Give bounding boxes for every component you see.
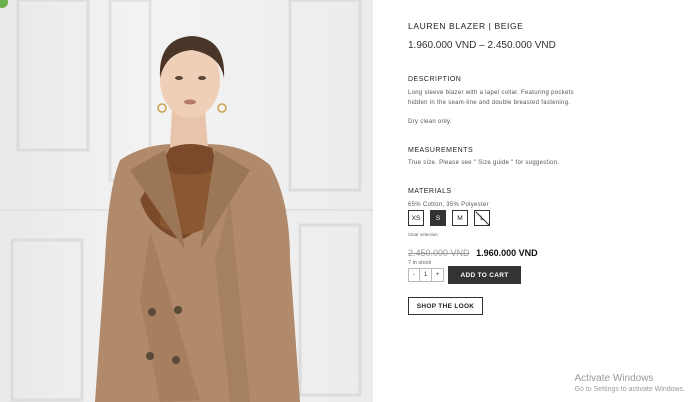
model-illustration bbox=[0, 0, 373, 402]
measurements-text: True size. Please see " Size guide " for… bbox=[408, 160, 560, 166]
shop-the-look-button[interactable]: SHOP THE LOOK bbox=[408, 297, 483, 315]
sale-price: 1.960.000 VND bbox=[476, 248, 538, 258]
size-option-s[interactable]: S bbox=[430, 210, 446, 226]
product-image bbox=[0, 0, 373, 402]
stock-status: 7 in stock bbox=[408, 260, 432, 266]
quantity-input[interactable]: 1 bbox=[420, 268, 432, 282]
description-line-2: hidden in the seam-line and double breas… bbox=[408, 100, 571, 106]
activate-windows-watermark: Activate Windows Go to Settings to activ… bbox=[575, 373, 686, 393]
description-line-1: Long sleeve blazer with a lapel collar. … bbox=[408, 90, 574, 96]
description-heading: DESCRIPTION bbox=[408, 76, 462, 83]
materials-heading: MATERIALS bbox=[408, 188, 452, 195]
size-option-l[interactable]: L bbox=[474, 210, 490, 226]
size-option-m[interactable]: M bbox=[452, 210, 468, 226]
price-row: 2.450.000 VND 1.960.000 VND bbox=[408, 248, 538, 258]
size-option-xs[interactable]: XS bbox=[408, 210, 424, 226]
watermark-subtitle: Go to Settings to activate Windows. bbox=[574, 386, 686, 393]
materials-text: 65% Cotton, 35% Polyester bbox=[408, 202, 489, 208]
clear-selection-link[interactable]: Clear selection bbox=[408, 232, 438, 237]
measurements-heading: MEASUREMENTS bbox=[408, 147, 474, 154]
price-range: 1.960.000 VND – 2.450.000 VND bbox=[408, 40, 556, 51]
old-price: 2.450.000 VND bbox=[408, 248, 470, 258]
quantity-increase-button[interactable]: + bbox=[432, 268, 444, 282]
watermark-title: Activate Windows bbox=[574, 373, 654, 384]
care-instructions: Dry clean only. bbox=[408, 119, 452, 125]
quantity-stepper: - 1 + bbox=[408, 268, 444, 282]
quantity-decrease-button[interactable]: - bbox=[408, 268, 420, 282]
product-title: LAUREN BLAZER | BEIGE bbox=[408, 21, 524, 31]
add-to-cart-button[interactable]: ADD TO CART bbox=[448, 266, 521, 284]
size-selector: XS S M L bbox=[408, 210, 490, 226]
